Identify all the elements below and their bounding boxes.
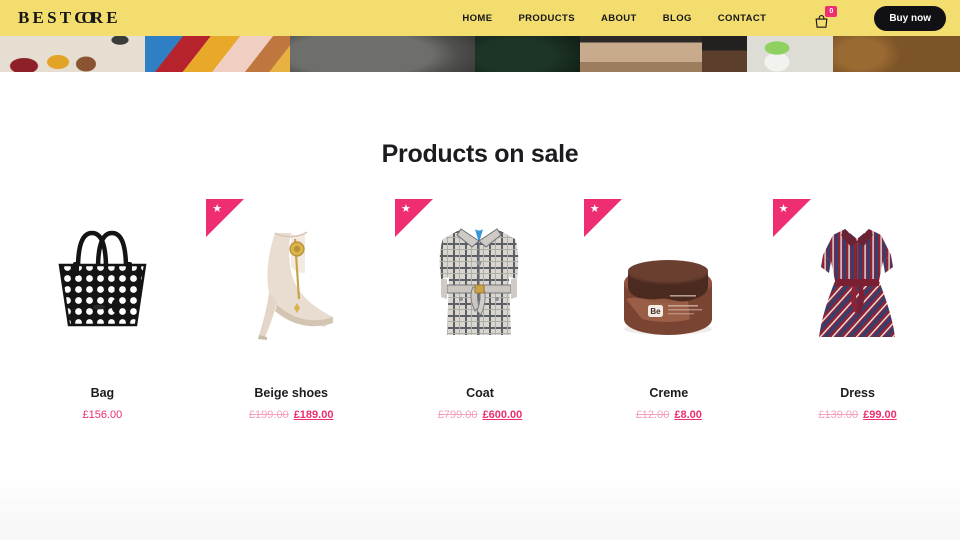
hero-tile-sandal-strap <box>579 36 702 72</box>
product-price-row: £156.00 <box>83 409 123 421</box>
product-name: Creme <box>649 386 689 400</box>
logo-text-oo: CO <box>74 8 94 27</box>
product-old-price: £799.00 <box>437 409 478 421</box>
main-content: Products on sale Bag £156.00 ★ Beige sho… <box>0 72 960 540</box>
star-icon: ★ <box>212 203 223 215</box>
beige-shoes-image <box>257 230 333 340</box>
hero-tile-wood <box>701 36 748 72</box>
svg-text:Be: Be <box>651 307 662 316</box>
product-thumbnail: ★ Be <box>583 199 754 364</box>
buy-now-button[interactable]: Buy now <box>874 5 946 31</box>
product-price: £600.00 <box>482 409 523 421</box>
product-thumbnail: ★ <box>772 199 943 364</box>
hero-tile-bowl <box>833 36 960 72</box>
product-price: £99.00 <box>863 409 897 421</box>
hero-banner-strip <box>0 36 960 72</box>
star-icon: ★ <box>589 203 600 215</box>
product-name: Beige shoes <box>254 386 329 400</box>
product-name: Coat <box>466 386 494 400</box>
site-header: BEST CO RE HOME PRODUCTS ABOUT BLOG CONTAC… <box>0 0 960 36</box>
product-price: £8.00 <box>674 409 702 421</box>
product-thumbnail: ★ <box>394 199 565 364</box>
product-price-row: £799.00 £600.00 <box>438 409 523 421</box>
hero-tile-sandals <box>0 36 145 72</box>
product-old-price: £12.00 <box>635 409 670 421</box>
product-card[interactable]: ★ <box>386 199 575 421</box>
product-card[interactable]: ★ Beige shoes £199.00 £189.00 <box>197 199 386 421</box>
star-icon: ★ <box>778 203 789 215</box>
star-icon: ★ <box>400 203 411 215</box>
logo-text-pre: BEST <box>18 8 75 27</box>
cart-button[interactable]: 0 <box>810 6 838 29</box>
main-navigation: HOME PRODUCTS ABOUT BLOG CONTACT 0 Buy n… <box>462 5 946 31</box>
page-title: Products on sale <box>381 140 579 168</box>
product-price: £156.00 <box>82 409 123 421</box>
logo-text-post: RE <box>90 8 121 27</box>
product-card[interactable]: Bag £156.00 <box>8 199 197 421</box>
product-grid: Bag £156.00 ★ Beige shoes £199.00 £189.0… <box>0 199 960 421</box>
product-card[interactable]: ★ Be Creme £12.00 £8.00 <box>574 199 763 421</box>
creme-image: Be <box>624 259 713 335</box>
product-name: Dress <box>840 386 875 400</box>
dress-image <box>819 228 896 337</box>
page-root: BEST CO RE HOME PRODUCTS ABOUT BLOG CONTAC… <box>0 0 960 540</box>
footer-band <box>0 478 960 540</box>
product-thumbnail: ★ <box>206 199 376 364</box>
product-price: £189.00 <box>293 409 334 421</box>
nav-item-products[interactable]: PRODUCTS <box>518 13 575 24</box>
coat-image <box>440 227 519 335</box>
product-old-price: £199.00 <box>248 409 289 421</box>
nav-item-about[interactable]: ABOUT <box>601 13 637 24</box>
nav-item-blog[interactable]: BLOG <box>663 13 692 24</box>
hero-tile-scarf <box>144 36 290 72</box>
product-old-price: £139.00 <box>818 409 859 421</box>
cart-count-badge: 0 <box>825 6 838 17</box>
hero-tile-dark <box>475 36 580 72</box>
bag-image <box>58 230 147 326</box>
nav-item-home[interactable]: HOME <box>462 13 492 24</box>
product-thumbnail <box>17 199 187 364</box>
product-price-row: £12.00 £8.00 <box>636 409 702 421</box>
hero-tile-plant-pot <box>747 36 834 72</box>
site-logo[interactable]: BEST CO RE <box>18 8 121 28</box>
product-price-row: £139.00 £99.00 <box>818 409 896 421</box>
hero-tile-leather <box>289 36 476 72</box>
product-name: Bag <box>90 386 115 400</box>
product-card[interactable]: ★ <box>763 199 952 421</box>
header-inner: BEST CO RE HOME PRODUCTS ABOUT BLOG CONTAC… <box>0 0 960 36</box>
product-price-row: £199.00 £189.00 <box>249 409 334 421</box>
nav-item-contact[interactable]: CONTACT <box>718 13 767 24</box>
